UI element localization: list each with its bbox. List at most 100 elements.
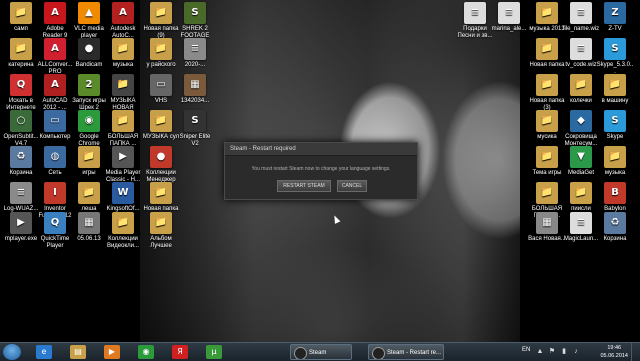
- desktop-icon-samp[interactable]: 📁 самп: [2, 2, 40, 33]
- desktop-icon-igry[interactable]: 📁 игры: [70, 146, 108, 177]
- pinned-utorrent-icon[interactable]: µ: [206, 345, 222, 359]
- pinned-explorer-icon[interactable]: ▤: [70, 345, 86, 359]
- desktop-icon-podarki[interactable]: ≡ Подарки Песни и зв...: [456, 2, 494, 40]
- desktop-icon-file-name-wiz[interactable]: ≡ file_name.wiz: [562, 2, 600, 33]
- desktop-icon-novaya-papka-9[interactable]: 📁 Новая папка (9): [142, 2, 180, 40]
- desktop-icon-chrome[interactable]: ◉ Google Chrome: [70, 110, 108, 148]
- desktop-icon-bolshaya-papka-left[interactable]: 📁 БОЛЬШАЯ ПАПКА ...: [104, 110, 142, 148]
- pinned-media-player-icon[interactable]: ▶: [104, 345, 120, 359]
- desktop-icon-shrek-footage[interactable]: S SHREK 2 FOOTAGE: [176, 2, 214, 40]
- desktop-icon-opensubtitles[interactable]: ○ OpenSubtit... V4.7: [2, 110, 40, 148]
- pinned-ie-icon[interactable]: e: [36, 345, 52, 359]
- desktop-icon-img-1342[interactable]: ▦ 1342034...: [176, 74, 214, 105]
- desktop-icon-label: Корзина: [603, 236, 627, 242]
- desktop-icon-label: QuickTime Player: [40, 236, 70, 249]
- desktop-icon-musika[interactable]: 📁 мусика: [528, 110, 566, 141]
- steam-task-button[interactable]: Steam: [290, 344, 352, 360]
- start-button[interactable]: [3, 344, 21, 360]
- network-icon: ◍: [44, 146, 66, 168]
- desktop-icon-sniper-elite[interactable]: S Sniper Elite V2: [176, 110, 214, 148]
- desktop-icon-quicktime[interactable]: Q QuickTime Player: [36, 212, 74, 250]
- pinned-chrome-icon[interactable]: ◉: [138, 345, 154, 359]
- desktop-icon-muzyka-left[interactable]: 📁 музыка: [104, 38, 142, 69]
- steam-restart-task-button[interactable]: Steam - Restart re...: [368, 344, 444, 360]
- desktop-icon-label: 2020-...: [184, 62, 206, 68]
- desktop-icon-search-internet[interactable]: Q Искать в Интернете: [2, 74, 40, 112]
- desktop-icon-muzyka-2013[interactable]: 📁 музыка 2013: [528, 2, 566, 33]
- desktop-icon-bandicam[interactable]: ● Bandicam: [70, 38, 108, 69]
- desktop-icon-mediaget[interactable]: ▼ MediaGet: [562, 146, 600, 177]
- desktop-icon-magiclauncher[interactable]: ≡ MagicLaun...: [562, 212, 600, 243]
- desktop-icon-z-tv[interactable]: Z Z-TV: [596, 2, 634, 33]
- desktop-icon-label: самп: [14, 26, 28, 32]
- desktop-icon-tema-igry[interactable]: 📁 Тема игры: [528, 146, 566, 177]
- desktop-icon-tv-code[interactable]: ≡ tv_code.wiz: [562, 38, 600, 69]
- desktop-icon-network[interactable]: ◍ Сеть: [36, 146, 74, 177]
- desktop-icon-vlc[interactable]: ▲ VLC media player: [70, 2, 108, 40]
- desktop-icon-marina-ale[interactable]: ≡ marina_ale...: [490, 2, 528, 33]
- desktop-icon-video-collections[interactable]: 📁 Коллекции Видеокли...: [104, 212, 142, 250]
- clock[interactable]: 19:46 05.06.2014: [600, 344, 628, 360]
- desktop-icon-katerina[interactable]: 📁 катерина: [2, 38, 40, 69]
- task-label: Steam: [309, 350, 327, 356]
- show-desktop-button[interactable]: [631, 343, 640, 361]
- desktop-icon-label: Тема игры: [532, 170, 562, 176]
- desktop-icon-kingsoft[interactable]: W KingsoftOf...: [104, 182, 142, 213]
- muzyka-right-icon: 📁: [604, 146, 626, 168]
- desktop-icon-mpc[interactable]: ▶ Media Player Classic - H...: [104, 146, 142, 184]
- language-indicator[interactable]: EN: [522, 347, 530, 353]
- bolshaya-papka-left-icon: 📁: [112, 110, 134, 132]
- kingsoft-icon: W: [112, 182, 134, 204]
- desktop-icon-computer[interactable]: ▭ Компьютер: [36, 110, 74, 141]
- flag-icon[interactable]: ⚑: [548, 348, 556, 356]
- desktop-icon-label: Sniper Elite V2: [179, 134, 211, 147]
- desktop-icon-babylon[interactable]: B Babylon: [596, 182, 634, 213]
- pinned-yandex-icon[interactable]: Я: [172, 345, 188, 359]
- desktop-icon-date-folder[interactable]: ▦ 05.06.13: [70, 212, 108, 243]
- desktop-icon-label: tv_code.wiz: [565, 62, 597, 68]
- desktop-icon-autocad[interactable]: A AutoCAD 2012 - ...: [36, 74, 74, 112]
- desktop-icon-shrek2[interactable]: 2 Запуск игры Шрек 2: [70, 74, 108, 112]
- desktop-icon-label: Новая папка: [529, 62, 565, 68]
- cancel-button[interactable]: CANCEL: [337, 180, 367, 192]
- desktop-icon-collections-manager[interactable]: ● Коллекции Менеджер: [142, 146, 180, 184]
- log-txt-icon: ≡: [10, 182, 32, 204]
- desktop-icon-kolechki[interactable]: 📁 колечки: [562, 74, 600, 105]
- desktop-icon-muzyka-right[interactable]: 📁 музыка: [596, 146, 634, 177]
- desktop-icon-album-best[interactable]: 📁 Альбом Лучшее: [142, 212, 180, 250]
- desktop-icon-novaya-papka-mid[interactable]: 📁 Новая папка: [142, 182, 180, 213]
- computer-icon: ▭: [44, 110, 66, 132]
- montezuma-icon: ◆: [570, 110, 592, 132]
- desktop-icon-label: мусика: [537, 134, 557, 140]
- samp-icon: 📁: [10, 2, 32, 24]
- restart-steam-button[interactable]: RESTART STEAM: [277, 180, 331, 192]
- desktop-icon-lesha[interactable]: 📁 леша: [70, 182, 108, 213]
- desktop-icon-label: Вася Новая...: [528, 236, 566, 242]
- volume-icon[interactable]: ♪: [572, 348, 580, 356]
- desktop-icon-allconverter[interactable]: A ALLConver... PRO: [36, 38, 74, 76]
- desktop-icon-montezuma[interactable]: ◆ Сокровища Монтесум...: [562, 110, 600, 148]
- desktop-icon-recycle-bin[interactable]: ♻ Корзина: [2, 146, 40, 177]
- bandicam-icon: ●: [78, 38, 100, 60]
- network-icon[interactable]: ▮: [560, 348, 568, 356]
- desktop-icon-novaya-papka-3[interactable]: 📁 Новая папка (3): [528, 74, 566, 112]
- desktop-icon-skype-installer[interactable]: S Skype_5.3.0...: [596, 38, 634, 76]
- desktop-icon-adobe-reader[interactable]: A Adobe Reader 9: [36, 2, 74, 40]
- desktop-icon-vhs[interactable]: ▭ VHS: [142, 74, 180, 105]
- desktop-icon-file-2020[interactable]: ≡ 2020-...: [176, 38, 214, 69]
- desktop-icon-vasya[interactable]: ▦ Вася Новая...: [528, 212, 566, 243]
- arrow-up-icon[interactable]: ▲: [536, 348, 544, 356]
- desktop-icon-label: Сеть: [48, 170, 62, 176]
- desktop-icon-v-mashinu[interactable]: 📁 в машину: [596, 74, 634, 105]
- desktop-icon-novaya-papka-right[interactable]: 📁 Новая папка: [528, 38, 566, 69]
- desktop-icon-skype[interactable]: S Skype: [596, 110, 634, 141]
- novaya-papka-3-icon: 📁: [536, 74, 558, 96]
- desktop-icon-mplayer[interactable]: ▶ mplayer.exe: [2, 212, 40, 243]
- desktop-icon-muzyka-novaya[interactable]: 📁 МУЗЫКА НОВАЯ: [104, 74, 142, 112]
- clock-date: 05.06.2014: [600, 353, 628, 359]
- desktop-icon-recycle-bin-right[interactable]: ♻ Корзина: [596, 212, 634, 243]
- desktop-icon-u-rayskogo[interactable]: 📁 у райского: [142, 38, 180, 69]
- skype-installer-icon: S: [604, 38, 626, 60]
- desktop-icon-muzyka-sul[interactable]: 📁 МУЗЫКА сул: [142, 110, 180, 141]
- desktop-icon-autodesk[interactable]: A Autodesk AutoC...: [104, 2, 142, 40]
